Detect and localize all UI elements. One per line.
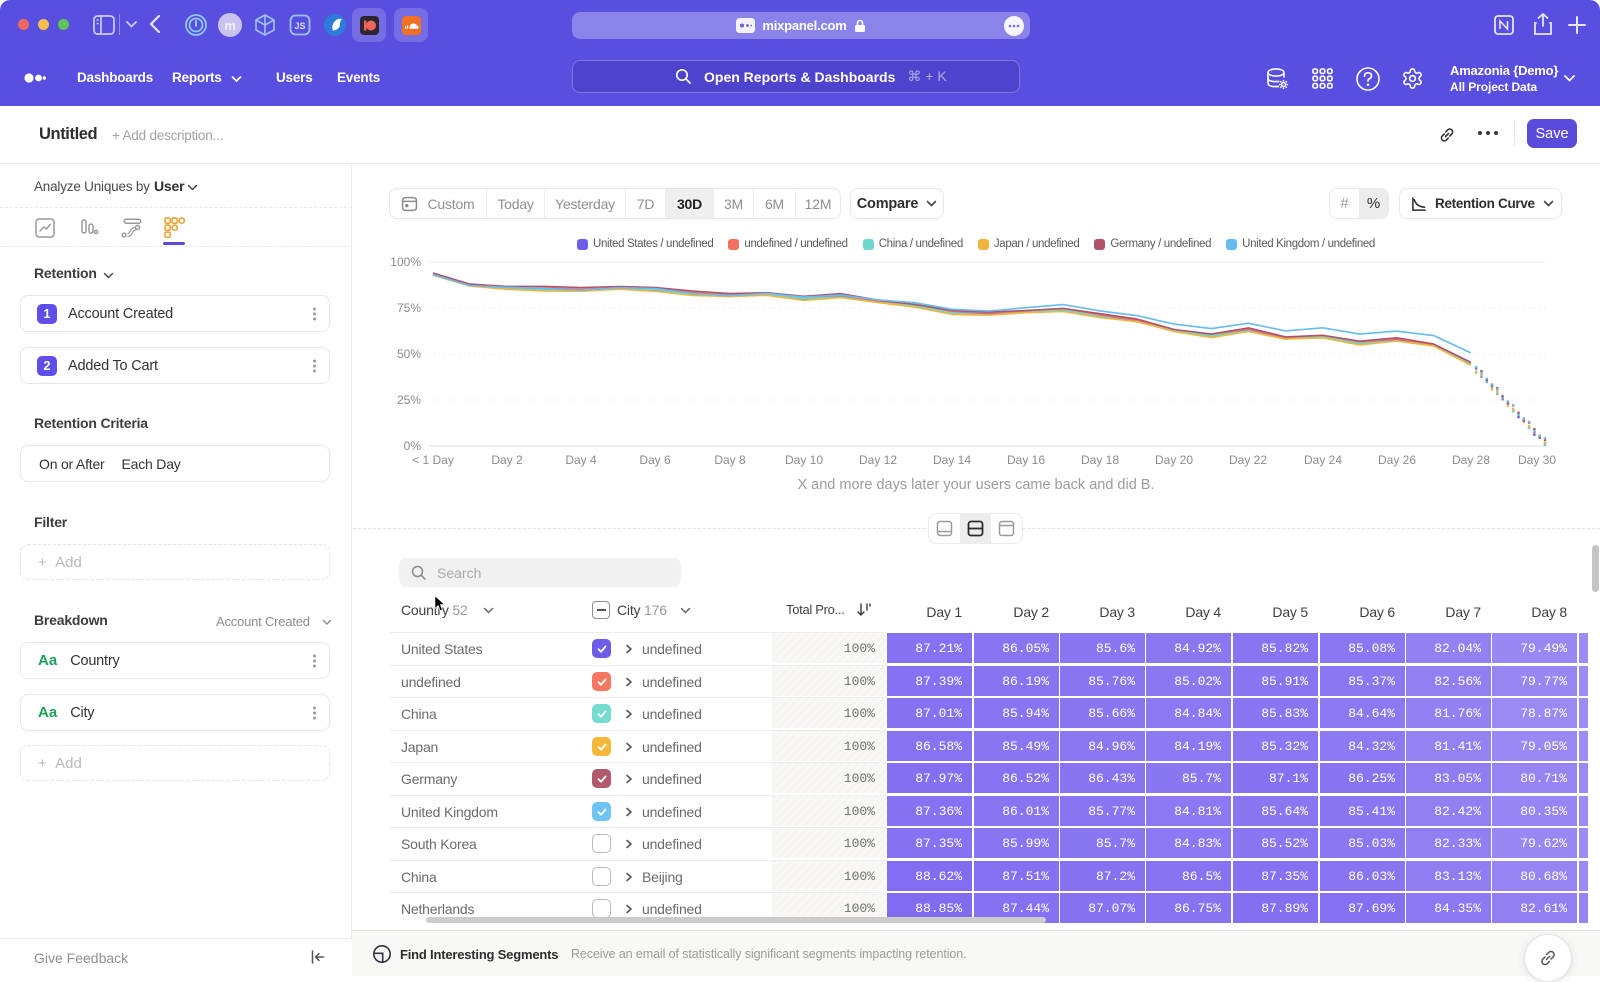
svg-text:Day 30: Day 30 bbox=[1518, 453, 1556, 467]
svg-text:Day 24: Day 24 bbox=[1304, 453, 1342, 467]
svg-text:Day 20: Day 20 bbox=[1155, 453, 1193, 467]
svg-text:Day 28: Day 28 bbox=[1452, 453, 1490, 467]
svg-text:100%: 100% bbox=[390, 255, 421, 269]
svg-text:Day 6: Day 6 bbox=[639, 453, 671, 467]
svg-text:Day 2: Day 2 bbox=[491, 453, 523, 467]
svg-text:0%: 0% bbox=[404, 439, 422, 453]
svg-text:Day 16: Day 16 bbox=[1007, 453, 1045, 467]
svg-text:Day 18: Day 18 bbox=[1081, 453, 1119, 467]
svg-text:Day 22: Day 22 bbox=[1229, 453, 1267, 467]
svg-text:Day 8: Day 8 bbox=[714, 453, 746, 467]
svg-text:< 1 Day: < 1 Day bbox=[412, 453, 454, 467]
svg-text:Day 12: Day 12 bbox=[859, 453, 897, 467]
svg-text:Day 10: Day 10 bbox=[785, 453, 823, 467]
svg-text:50%: 50% bbox=[397, 347, 421, 361]
svg-text:Day 4: Day 4 bbox=[565, 453, 597, 467]
svg-text:25%: 25% bbox=[397, 393, 421, 407]
svg-text:Day 14: Day 14 bbox=[933, 453, 971, 467]
svg-text:Day 26: Day 26 bbox=[1378, 453, 1416, 467]
svg-text:75%: 75% bbox=[397, 301, 421, 315]
svg-text:JS: JS bbox=[294, 21, 305, 31]
